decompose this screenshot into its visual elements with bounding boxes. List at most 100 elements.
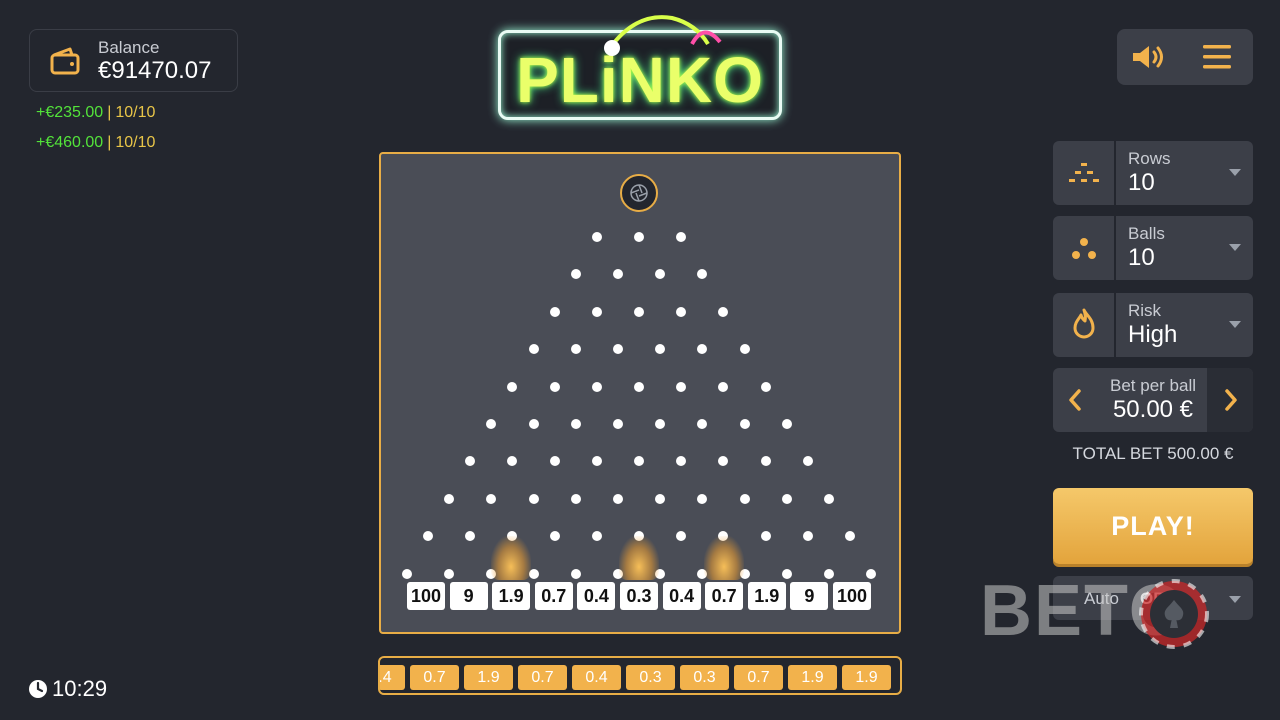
pin	[760, 531, 771, 542]
pin	[676, 381, 687, 392]
clock-icon	[29, 680, 47, 698]
logo-arc-decoration	[604, 15, 722, 56]
pin	[634, 232, 644, 242]
pin	[444, 568, 455, 579]
shutter-icon	[630, 184, 648, 202]
pin	[802, 531, 813, 542]
rows-selector[interactable]: Rows 10	[1053, 141, 1253, 205]
chevron-down-icon[interactable]	[1229, 244, 1241, 251]
win-history-item: +€460.00 | 10/10	[36, 134, 155, 152]
landing-glow	[704, 536, 745, 580]
pin	[760, 456, 771, 467]
recent-result-chip: 0.7	[518, 665, 567, 690]
pin	[866, 568, 877, 579]
pin	[781, 419, 792, 429]
pin	[401, 568, 412, 579]
total-bet: TOTAL BET 500.00 €	[1072, 444, 1234, 463]
pin	[528, 493, 539, 504]
pin	[507, 381, 518, 392]
pin	[549, 531, 560, 542]
multiplier-slot: 0.7	[705, 582, 744, 610]
balls-icon	[1072, 238, 1096, 259]
multiplier-slot: 1.9	[747, 582, 786, 610]
pin	[823, 493, 834, 504]
multiplier-slot: 0.3	[620, 582, 658, 610]
pin	[634, 306, 644, 317]
pin	[570, 568, 581, 579]
chevron-down-icon[interactable]	[1229, 321, 1241, 328]
recent-result-chip: 0.4	[572, 665, 621, 690]
win-history-item: +€235.00 | 10/10	[36, 104, 155, 122]
pin	[655, 493, 666, 504]
pin	[570, 344, 581, 355]
recent-result-chip: 1.9	[842, 665, 891, 690]
multiplier-slot: 0.4	[577, 582, 616, 610]
pin	[781, 568, 792, 579]
pin	[591, 306, 602, 317]
pin	[760, 381, 771, 392]
balance-panel: Balance €91470.07	[29, 29, 238, 92]
risk-value: High	[1128, 321, 1178, 348]
wallet-icon	[50, 47, 80, 75]
recent-result-chip: 0.7	[734, 665, 783, 690]
pin	[823, 568, 834, 579]
bet-increase-button[interactable]	[1207, 368, 1253, 432]
recent-result-chip: 1.9	[788, 665, 837, 690]
pin	[781, 493, 792, 504]
pin	[739, 419, 750, 429]
multiplier-slot: 9	[449, 582, 488, 610]
recent-result-chip: 0.3	[626, 665, 675, 690]
hamburger-icon[interactable]	[1203, 43, 1231, 71]
chevron-down-icon[interactable]	[1229, 169, 1241, 176]
bet-decrease-button[interactable]	[1053, 368, 1099, 432]
pin	[612, 493, 623, 504]
pin	[591, 232, 602, 242]
clock: 10:29	[28, 676, 107, 702]
bet-per-ball-control: Bet per ball 50.00 €	[1053, 368, 1253, 432]
play-button[interactable]: PLAY!	[1053, 488, 1253, 564]
ball-dropper	[620, 174, 658, 212]
recent-results-strip: 0.40.71.90.70.40.30.30.71.91.9	[378, 656, 902, 695]
pin	[634, 381, 644, 392]
win-count: 10/10	[115, 104, 156, 121]
casino-chip-icon	[1139, 579, 1209, 649]
balls-selector[interactable]: Balls 10	[1053, 216, 1253, 280]
risk-icon-cell	[1053, 293, 1116, 357]
recent-result-chip: 0.7	[410, 665, 459, 690]
bet-per-ball-label: Bet per ball	[1110, 376, 1196, 395]
chevron-down-icon[interactable]	[1229, 596, 1241, 603]
top-controls	[1117, 29, 1253, 85]
rows-value: 10	[1128, 169, 1155, 196]
balance-label: Balance	[98, 38, 160, 57]
pin	[612, 419, 623, 429]
pin	[528, 419, 539, 429]
pin	[676, 306, 687, 317]
bet-per-ball-value: 50.00 €	[1112, 396, 1194, 423]
rows-label: Rows	[1128, 149, 1171, 168]
balls-label: Balls	[1128, 224, 1165, 243]
chevron-right-icon	[1225, 389, 1237, 411]
pin	[549, 306, 560, 317]
pin	[444, 493, 455, 504]
clock-time: 10:29	[52, 676, 108, 701]
risk-selector[interactable]: Risk High	[1053, 293, 1253, 357]
pin	[570, 419, 581, 429]
win-count: 10/10	[115, 134, 156, 151]
balls-value: 10	[1128, 244, 1155, 271]
recent-result-chip: 0.4	[380, 665, 405, 690]
pin	[549, 456, 560, 467]
risk-label: Risk	[1128, 301, 1162, 320]
landing-glow	[491, 536, 532, 580]
pin	[528, 344, 539, 355]
pin	[718, 381, 729, 392]
pin	[549, 381, 560, 392]
pin	[570, 493, 581, 504]
speaker-icon[interactable]	[1130, 43, 1166, 71]
multiplier-slot: 100	[407, 582, 445, 610]
pin	[591, 381, 602, 392]
win-amount: +€460.00	[36, 134, 104, 151]
multiplier-slot: 0.7	[534, 582, 573, 610]
multiplier-slot: 9	[790, 582, 829, 610]
pin	[739, 344, 750, 355]
landing-glow	[619, 536, 659, 580]
